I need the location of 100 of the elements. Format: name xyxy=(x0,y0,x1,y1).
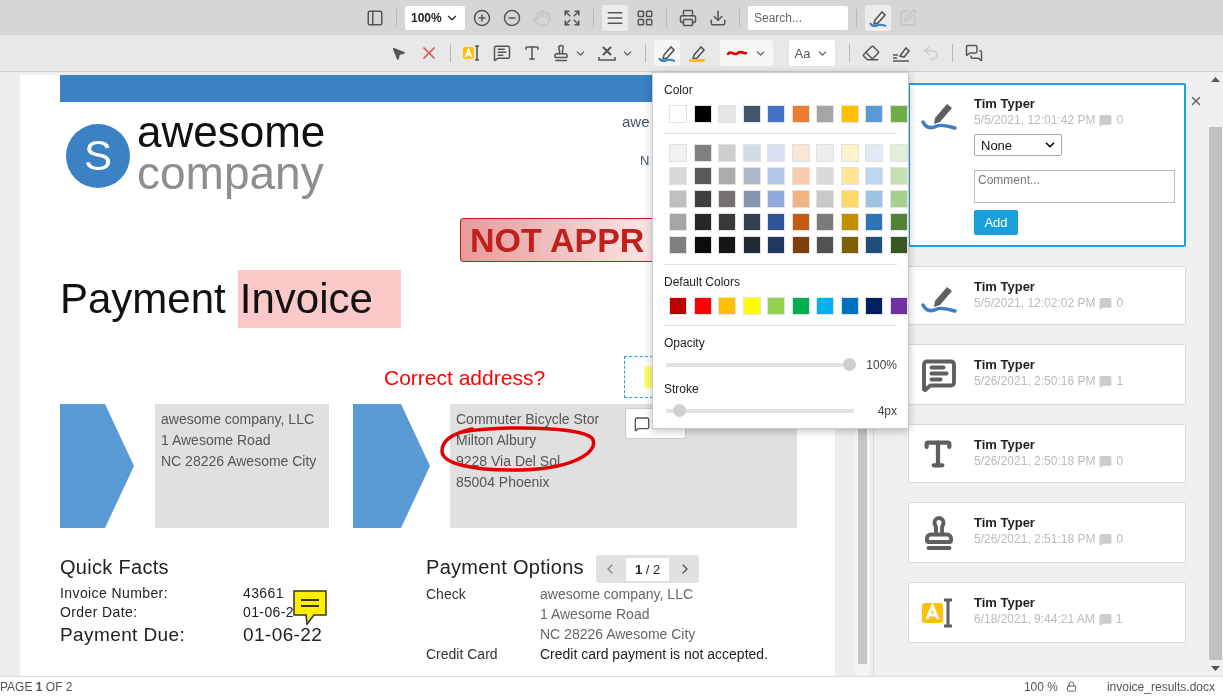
color-swatch[interactable] xyxy=(767,235,785,254)
reply-icon xyxy=(1099,113,1113,127)
color-swatch[interactable] xyxy=(865,212,883,231)
color-swatch[interactable] xyxy=(889,235,908,254)
color-swatch[interactable] xyxy=(791,235,810,254)
color-swatch[interactable] xyxy=(840,296,859,315)
color-swatch[interactable] xyxy=(840,166,859,185)
color-swatch[interactable] xyxy=(865,296,883,315)
ink-color-button[interactable] xyxy=(719,40,773,66)
scroll-up-icon[interactable] xyxy=(1210,77,1220,82)
color-swatch[interactable] xyxy=(669,143,687,162)
annotate-button[interactable] xyxy=(865,4,891,31)
color-swatch[interactable] xyxy=(840,189,859,208)
scrollbar-thumb[interactable] xyxy=(1208,127,1222,660)
cross-icon xyxy=(596,43,617,63)
color-swatch[interactable] xyxy=(816,296,834,315)
color-swatch[interactable] xyxy=(889,189,908,208)
annotation-card[interactable]: Tim Typer 5/26/2021, 2:51:18 PM 0 xyxy=(908,502,1186,563)
color-swatch[interactable] xyxy=(767,296,785,315)
color-swatch[interactable] xyxy=(889,212,908,231)
color-swatch[interactable] xyxy=(816,166,834,185)
color-swatch[interactable] xyxy=(742,189,761,208)
color-swatch[interactable] xyxy=(865,143,883,162)
color-swatch[interactable] xyxy=(889,105,908,123)
color-swatch[interactable] xyxy=(816,189,834,208)
color-swatch[interactable] xyxy=(693,189,712,208)
color-swatch[interactable] xyxy=(816,105,834,123)
color-swatch[interactable] xyxy=(889,296,908,315)
color-swatch[interactable] xyxy=(718,166,736,185)
printer-icon xyxy=(679,8,697,27)
color-swatch[interactable] xyxy=(791,212,810,231)
address-line: 1 Awesome Road xyxy=(161,431,271,450)
color-swatch[interactable] xyxy=(865,235,883,254)
color-swatch[interactable] xyxy=(840,212,859,231)
color-swatch[interactable] xyxy=(791,296,810,315)
pen-tool-button[interactable] xyxy=(653,40,680,66)
close-button[interactable] xyxy=(1189,94,1203,108)
color-swatch[interactable] xyxy=(816,212,834,231)
annotation-card[interactable]: Tim Typer 5/5/2021, 12:02:02 PM 0 xyxy=(908,266,1186,325)
color-swatch[interactable] xyxy=(718,235,736,254)
color-swatch[interactable] xyxy=(669,212,687,231)
color-swatch[interactable] xyxy=(693,212,712,231)
color-swatch[interactable] xyxy=(840,143,859,162)
color-swatch[interactable] xyxy=(742,296,761,315)
color-swatch[interactable] xyxy=(767,212,785,231)
color-swatch[interactable] xyxy=(840,235,859,254)
option-text: NC 28226 Awesome City xyxy=(540,625,696,644)
color-swatch[interactable] xyxy=(718,212,736,231)
color-swatch[interactable] xyxy=(889,143,908,162)
color-swatch[interactable] xyxy=(816,143,834,162)
color-swatch[interactable] xyxy=(742,166,761,185)
color-swatch[interactable] xyxy=(865,166,883,185)
annotation-card[interactable]: Tim Typer 6/18/2021, 9:44:21 AM 1 xyxy=(908,582,1186,643)
annotation-card[interactable]: Tim Typer 5/26/2021, 2:50:16 PM 1 xyxy=(908,344,1186,405)
color-swatch[interactable] xyxy=(742,235,761,254)
color-swatch[interactable] xyxy=(669,105,687,123)
color-swatch[interactable] xyxy=(767,166,785,185)
color-swatch[interactable] xyxy=(767,105,785,123)
color-swatch[interactable] xyxy=(865,189,883,208)
color-swatch[interactable] xyxy=(669,166,687,185)
color-swatch[interactable] xyxy=(791,166,810,185)
color-swatch[interactable] xyxy=(669,235,687,254)
color-swatch[interactable] xyxy=(669,296,687,315)
color-swatch[interactable] xyxy=(816,235,834,254)
annotation-card[interactable]: Tim Typer 5/5/2021, 12:01:42 PM 0 None Comment... Add xyxy=(908,83,1186,247)
font-button[interactable]: Aa xyxy=(788,40,836,66)
color-swatch[interactable] xyxy=(742,105,761,123)
color-swatch[interactable] xyxy=(791,189,810,208)
color-swatch[interactable] xyxy=(718,105,736,123)
color-swatch[interactable] xyxy=(693,296,712,315)
search-field[interactable]: Search... xyxy=(748,5,848,30)
annotation-card[interactable]: Tim Typer 5/26/2021, 2:50:18 PM 0 xyxy=(908,424,1186,483)
color-swatch[interactable] xyxy=(693,143,712,162)
timestamp: 5/26/2021, 2:51:18 PM xyxy=(974,531,1096,548)
download-icon xyxy=(709,8,727,27)
single-page-button[interactable] xyxy=(602,4,628,31)
color-swatch[interactable] xyxy=(669,189,687,208)
status-select[interactable]: None xyxy=(974,134,1062,156)
color-swatch[interactable] xyxy=(693,166,712,185)
reply-count: 1 xyxy=(1116,373,1124,390)
slider-thumb[interactable] xyxy=(843,357,856,371)
color-swatch[interactable] xyxy=(742,143,761,162)
zoom-select[interactable]: 100% xyxy=(405,5,465,30)
comment-field[interactable]: Comment... xyxy=(974,170,1175,203)
color-swatch[interactable] xyxy=(840,105,859,123)
color-swatch[interactable] xyxy=(767,143,785,162)
option-label: Check xyxy=(426,585,467,604)
color-swatch[interactable] xyxy=(693,105,712,123)
color-swatch[interactable] xyxy=(742,212,761,231)
color-swatch[interactable] xyxy=(767,189,785,208)
color-swatch[interactable] xyxy=(791,143,810,162)
color-swatch[interactable] xyxy=(865,105,883,123)
color-swatch[interactable] xyxy=(791,105,810,123)
color-swatch[interactable] xyxy=(718,189,736,208)
color-swatch[interactable] xyxy=(889,166,908,185)
slider-thumb[interactable] xyxy=(672,403,686,417)
scroll-down-icon[interactable] xyxy=(1210,666,1220,671)
color-swatch[interactable] xyxy=(718,143,736,162)
color-swatch[interactable] xyxy=(718,296,736,315)
color-swatch[interactable] xyxy=(693,235,712,254)
